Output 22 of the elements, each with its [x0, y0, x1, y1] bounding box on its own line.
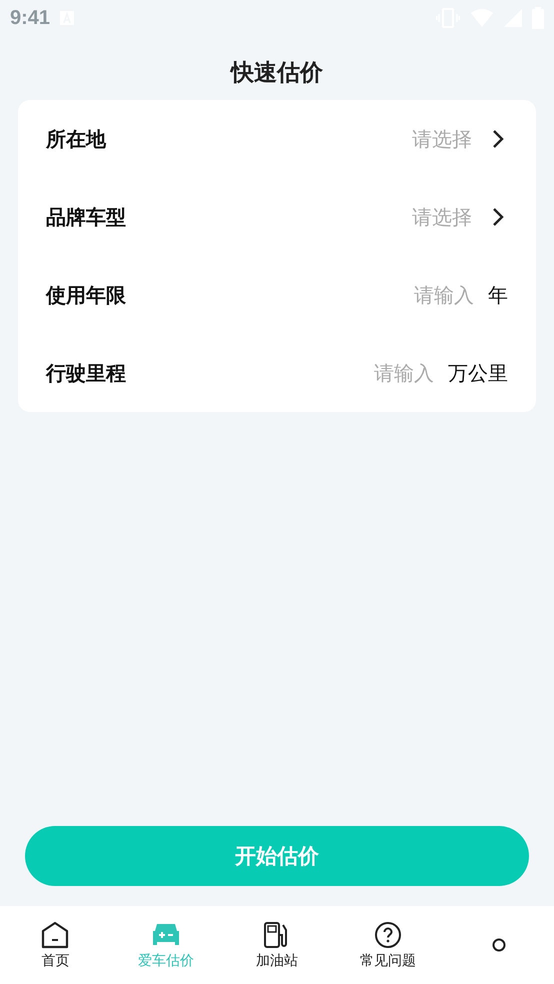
select-field[interactable]: 请选择 — [412, 126, 472, 152]
field-label: 行驶里程 — [46, 360, 127, 386]
field-label: 品牌车型 — [46, 204, 127, 230]
input-field[interactable]: 请输入 — [366, 361, 434, 385]
select-field[interactable]: 请选择 — [412, 204, 472, 230]
unit-label: 年 — [488, 282, 508, 308]
nav-tab[interactable]: 爱车估价 — [110, 906, 222, 984]
input-field[interactable]: 请输入 — [406, 283, 474, 307]
status-time: 9:41 — [10, 6, 50, 30]
nav-tab[interactable]: 加油站 — [222, 906, 332, 984]
field-label: 使用年限 — [46, 282, 127, 308]
chevron-right-icon — [492, 129, 504, 149]
field-label: 所在地 — [46, 126, 108, 152]
circle-icon — [492, 938, 506, 952]
help-icon — [374, 920, 402, 948]
start-estimate-button[interactable]: 开始估价 — [25, 826, 529, 886]
nav-tab[interactable]: 首页 — [0, 906, 111, 984]
nav-tab[interactable]: 常见问题 — [332, 906, 444, 984]
unit-label: 万公里 — [448, 360, 508, 386]
chevron-right-icon — [492, 207, 504, 227]
house-icon — [41, 920, 70, 948]
page-title: 快速估价 — [231, 59, 323, 88]
